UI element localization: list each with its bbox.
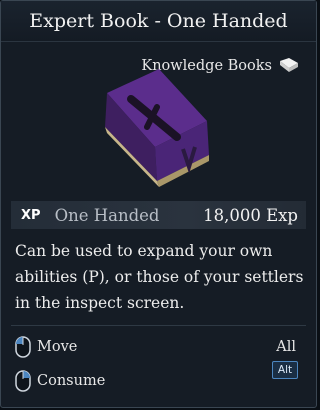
xp-badge: XP bbox=[21, 207, 41, 223]
alt-key-badge: Alt bbox=[272, 361, 298, 379]
item-tooltip: Expert Book - One Handed Knowledge Books… bbox=[0, 0, 317, 408]
action-consume-label: Consume bbox=[37, 373, 106, 389]
modifier-all-label: All bbox=[276, 339, 296, 355]
xp-reward-row: XP One Handed 18,000 Exp bbox=[11, 201, 306, 229]
xp-amount: 18,000 Exp bbox=[203, 205, 298, 225]
action-consume[interactable]: Consume bbox=[15, 370, 105, 392]
item-description: Can be used to expand your own abilities… bbox=[15, 242, 304, 312]
divider bbox=[11, 325, 306, 326]
book-icon bbox=[280, 58, 298, 72]
purple-book-sword-icon bbox=[105, 69, 209, 187]
tooltip-title: Expert Book - One Handed bbox=[1, 1, 316, 42]
xp-skill-name: One Handed bbox=[54, 205, 160, 225]
right-mouse-icon bbox=[15, 370, 31, 392]
action-move[interactable]: Move bbox=[15, 336, 77, 358]
action-move-label: Move bbox=[37, 339, 78, 355]
left-mouse-icon bbox=[15, 336, 31, 358]
